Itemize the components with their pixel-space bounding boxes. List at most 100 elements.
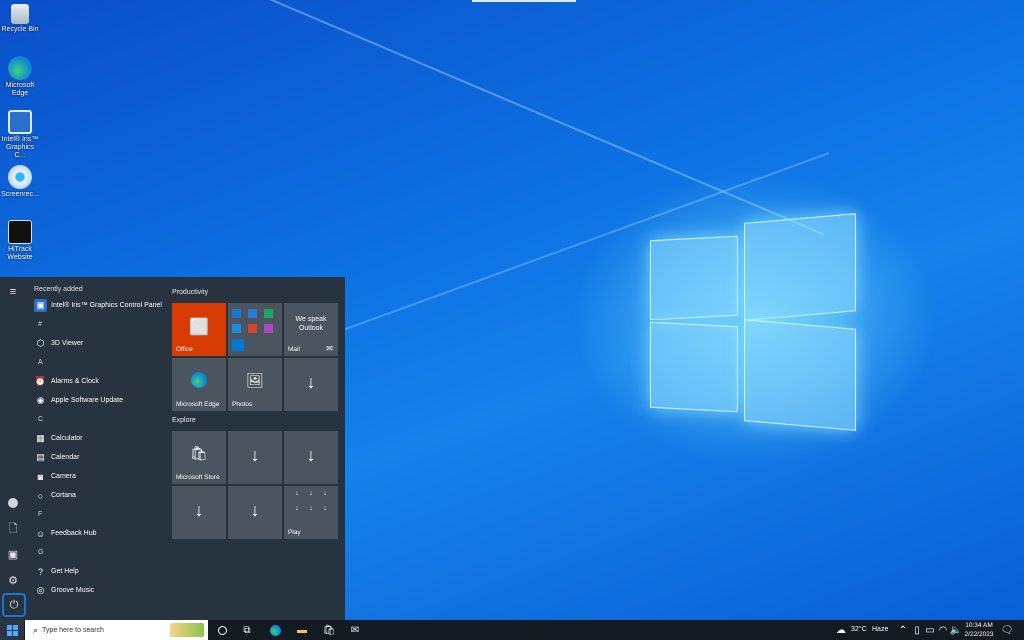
app-list-item[interactable]: ▦ Calculator: [30, 429, 166, 448]
office-apps-grid-icon: [232, 309, 274, 351]
tile-label: Microsoft Edge: [176, 401, 220, 408]
battery-icon[interactable]: ▭: [923, 623, 937, 637]
notifications-icon[interactable]: 🗨: [1000, 623, 1014, 637]
tile-label: Microsoft Store: [176, 474, 220, 481]
clock-time: 10:34 AM: [965, 622, 993, 629]
tile-play-folder[interactable]: ↓ ↓ ↓ ↓ ↓ ↓ Play: [284, 486, 338, 539]
app-list-item-label: Calendar: [51, 454, 80, 461]
taskbar: ⌕ Type here to search ⧉ ▬ 🛍 ✉ ☁ 32°C Haz…: [0, 620, 1024, 640]
edge-taskbar-icon[interactable]: [268, 623, 282, 637]
download-arrow-icon: ↓: [250, 500, 260, 520]
app-list-letter-header[interactable]: F: [30, 505, 166, 524]
desktop-icon-intel[interactable]: Intel® Iris™ Graphics C...: [0, 110, 40, 160]
app-list-letter-header[interactable]: G: [30, 543, 166, 562]
app-list-item[interactable]: ▤ Calendar: [30, 448, 166, 467]
search-highlight-image: [170, 623, 204, 637]
app-list: Recently added ▣ Intel® Iris™ Graphics Co…: [30, 283, 166, 600]
intel-graphics-icon: ▣: [34, 299, 47, 312]
clock-date: 2/22/2023: [964, 631, 994, 638]
download-arrow-icon: ↓: [250, 445, 260, 465]
help-icon: ?: [34, 565, 47, 578]
desktop-icon-hitrack[interactable]: HiTrack Website: [0, 220, 40, 262]
app-list-letter-header[interactable]: C: [30, 410, 166, 429]
tile-photos[interactable]: 🖼 Photos: [228, 358, 282, 411]
tile-mail[interactable]: We speak Outlook Mail ✉: [284, 303, 338, 356]
window-edge: [472, 0, 576, 2]
cortana-circle-icon[interactable]: [215, 623, 229, 637]
desktop-icon-label: Intel® Iris™ Graphics C...: [1, 136, 39, 159]
edge-icon: [172, 372, 226, 393]
feedback-icon: ☺: [34, 527, 47, 540]
tile-download[interactable]: ↓: [228, 431, 282, 484]
app-list-item[interactable]: ◙ Camera: [30, 467, 166, 486]
app-list-item[interactable]: ? Get Help: [30, 562, 166, 581]
app-list-item-label: Intel® Iris™ Graphics Control Panel: [51, 302, 162, 309]
search-input[interactable]: Type here to search: [42, 627, 104, 634]
tray-device-icon[interactable]: ▯: [910, 623, 924, 637]
desktop-icon-edge[interactable]: Microsoft Edge: [0, 56, 40, 98]
pictures-icon[interactable]: ▣: [6, 547, 20, 561]
tile-download[interactable]: ↓: [228, 486, 282, 539]
task-view-icon[interactable]: ⧉: [240, 623, 254, 637]
volume-icon[interactable]: 🔈: [949, 623, 963, 637]
hitrack-icon: [8, 220, 32, 244]
tile-area: Productivity ⬜ Office We speak Outlook M…: [172, 285, 342, 541]
camera-icon: ◙: [34, 470, 47, 483]
desktop-icon-screenrec[interactable]: Screenrec...: [0, 165, 40, 199]
tile-label: Play: [288, 529, 301, 536]
cube-icon: ⬡: [34, 337, 47, 350]
desktop-icon-label: Screenrec...: [1, 191, 39, 198]
app-list-item[interactable]: ○ Cortana: [30, 486, 166, 505]
app-list-item[interactable]: ◎ Groove Music: [30, 581, 166, 600]
power-button[interactable]: ⏻: [2, 593, 26, 617]
tile-office[interactable]: ⬜ Office: [172, 303, 226, 356]
tile-edge[interactable]: Microsoft Edge: [172, 358, 226, 411]
download-arrow-icon: ↓: [194, 500, 204, 520]
intel-graphics-icon: [8, 110, 32, 134]
weather-text[interactable]: Haze: [872, 620, 888, 640]
file-explorer-icon[interactable]: ▬: [295, 623, 309, 637]
wifi-icon[interactable]: ◠: [936, 623, 950, 637]
app-list-item[interactable]: ▣ Intel® Iris™ Graphics Control Panel: [30, 296, 166, 315]
app-list-item[interactable]: ⏰ Alarms & Clock: [30, 372, 166, 391]
app-list-letter-header[interactable]: #: [30, 315, 166, 334]
mail-tile-text: We speak Outlook: [295, 316, 327, 332]
tile-store[interactable]: 🛍 Microsoft Store: [172, 431, 226, 484]
show-hidden-icons-chevron-icon[interactable]: ⌃: [896, 623, 910, 637]
tile-download[interactable]: ↓: [172, 486, 226, 539]
clock[interactable]: 10:34 AM 2/22/2023: [962, 621, 996, 639]
user-account-icon[interactable]: [6, 496, 20, 510]
start-button[interactable]: [0, 620, 24, 640]
play-folder-grid-icon: ↓ ↓ ↓ ↓ ↓ ↓: [295, 490, 327, 512]
app-list-letter-header[interactable]: A: [30, 353, 166, 372]
app-list-item[interactable]: ☺ Feedback Hub: [30, 524, 166, 543]
app-list-item-label: 3D Viewer: [51, 340, 84, 347]
tile-download[interactable]: ↓: [284, 431, 338, 484]
mail-taskbar-icon[interactable]: ✉: [348, 623, 362, 637]
store-bag-icon: 🛍: [190, 445, 208, 461]
mail-envelope-icon: ✉: [326, 344, 333, 353]
app-list-item[interactable]: ◉ Apple Software Update: [30, 391, 166, 410]
edge-icon: [8, 56, 32, 80]
desktop-icon-label: Recycle Bin: [1, 26, 39, 33]
search-icon: ⌕: [33, 624, 39, 635]
screenrec-icon: [8, 165, 32, 189]
app-list-item-label: Camera: [51, 473, 76, 480]
settings-gear-icon[interactable]: ⚙: [6, 573, 20, 587]
search-box[interactable]: ⌕ Type here to search: [25, 620, 208, 640]
tile-download[interactable]: ↓: [284, 358, 338, 411]
tile-office-apps-folder[interactable]: [228, 303, 282, 356]
documents-icon[interactable]: 🗋: [6, 522, 20, 536]
weather-icon: ☁: [836, 624, 846, 636]
app-list-item[interactable]: ⬡ 3D Viewer: [30, 334, 166, 353]
store-taskbar-icon[interactable]: 🛍: [322, 623, 336, 637]
recently-added-header: Recently added: [34, 286, 83, 293]
calculator-icon: ▦: [34, 432, 47, 445]
hamburger-menu-icon[interactable]: ≡: [6, 285, 20, 299]
weather-temp[interactable]: 32°C: [851, 620, 867, 640]
desktop-icon-recycle-bin[interactable]: Recycle Bin: [0, 4, 40, 34]
power-icon: ⏻: [9, 598, 19, 611]
alarm-clock-icon: ⏰: [34, 375, 47, 388]
apple-update-icon: ◉: [34, 394, 47, 407]
download-arrow-icon: ↓: [306, 445, 316, 465]
